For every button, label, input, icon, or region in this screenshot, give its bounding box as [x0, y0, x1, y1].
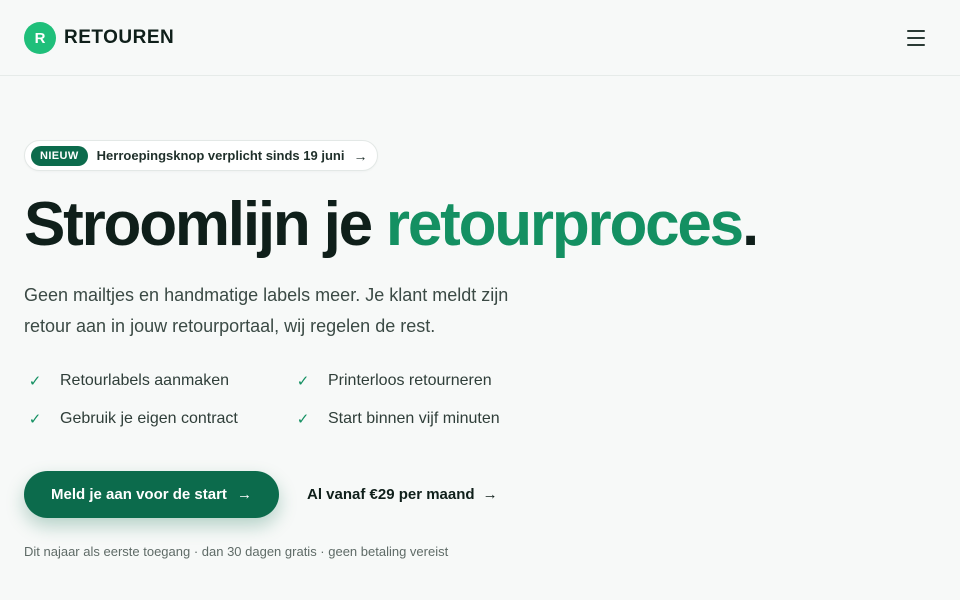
- menu-line: [907, 37, 925, 39]
- feature-label: Gebruik je eigen contract: [60, 410, 238, 427]
- signup-button-label: Meld je aan voor de start: [51, 486, 227, 503]
- top-navigation-bar: R RETOUREN: [0, 0, 960, 76]
- check-icon: ✓: [28, 411, 42, 428]
- hero-subtitle: Geen mailtjes en handmatige labels meer.…: [24, 285, 509, 336]
- pricing-link-label: Al vanaf €29 per maand: [307, 485, 475, 503]
- check-icon: ✓: [296, 373, 310, 390]
- menu-line: [907, 44, 925, 46]
- check-icon: ✓: [28, 373, 42, 390]
- brand-logo[interactable]: R RETOUREN: [24, 22, 174, 54]
- menu-line: [907, 30, 925, 32]
- hero-headline: Stroomlijn je retourproces.: [24, 190, 924, 260]
- new-badge: NIEUW: [31, 145, 88, 166]
- headline-accent: retourproces: [385, 190, 744, 259]
- arrow-right-icon: →: [236, 486, 252, 503]
- pricing-link[interactable]: Al vanaf €29 per maand →: [307, 482, 498, 506]
- announcement-pill[interactable]: NIEUW Herroepingsknop verplicht sinds 19…: [24, 140, 378, 171]
- logo-mark: R: [24, 22, 56, 54]
- footnote: Dit najaar als eerste toegang · dan 30 d…: [24, 544, 449, 559]
- announcement-text: Herroepingsknop verplicht sinds 19 juni: [96, 148, 345, 163]
- headline-end: .: [741, 190, 759, 259]
- headline-main: Stroomlijn je: [24, 190, 386, 259]
- feature-label: Printerloos retourneren: [328, 372, 492, 389]
- feature-item: ✓ Retourlabels aanmaken: [24, 372, 229, 390]
- feature-label: Start binnen vijf minuten: [328, 410, 500, 427]
- feature-label: Retourlabels aanmaken: [60, 372, 229, 389]
- arrow-right-icon: →: [353, 147, 368, 164]
- feature-item: ✓ Printerloos retourneren: [292, 372, 492, 390]
- feature-item: ✓ Start binnen vijf minuten: [292, 410, 500, 428]
- feature-item: ✓ Gebruik je eigen contract: [24, 410, 238, 428]
- brand-name: RETOUREN: [64, 27, 175, 48]
- check-icon: ✓: [296, 411, 310, 428]
- signup-button[interactable]: Meld je aan voor de start →: [24, 471, 279, 518]
- arrow-right-icon: →: [482, 485, 498, 503]
- hamburger-menu-icon[interactable]: [900, 26, 932, 50]
